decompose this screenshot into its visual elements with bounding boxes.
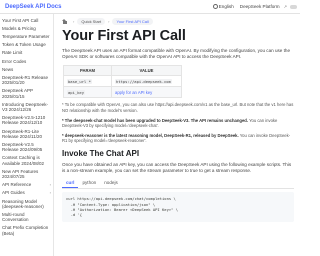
sidebar-item[interactable]: New API Features 2024/07/25 <box>0 167 53 180</box>
table-cell: https://api.deepseek.com <box>111 74 182 88</box>
table-row: api_key apply for an API key <box>63 86 182 99</box>
table-cell: apply for an API key <box>111 86 182 99</box>
sidebar-item-label: API Reference <box>2 182 32 188</box>
apply-api-key-link[interactable]: apply for an API key <box>115 90 152 95</box>
sidebar-item-label: DeepSeek-R1 Release 2025/01/20 <box>2 74 49 86</box>
tab-curl[interactable]: curl <box>62 179 79 189</box>
sidebar-item[interactable]: Rate Limit <box>0 49 53 57</box>
tab-python[interactable]: python <box>78 179 100 189</box>
sidebar-item-label: Context Caching is Available 2024/08/02 <box>2 155 44 166</box>
table-header: PARAM <box>63 65 112 76</box>
breadcrumb-separator: › <box>73 19 75 24</box>
logo[interactable]: DeepSeek API Docs <box>0 3 62 10</box>
sidebar-item-label: Models & Pricing <box>2 25 36 31</box>
table-cell: base_url * <box>63 74 112 88</box>
home-icon[interactable] <box>62 19 67 24</box>
external-link-icon: ↗ <box>283 4 287 9</box>
note-base-url: * To be compatible with OpenAI, you can … <box>62 102 294 113</box>
sidebar-item-label: News <box>2 66 14 72</box>
logo-text: DeepSeek API Docs <box>5 3 62 10</box>
language-label: English <box>218 4 234 9</box>
sidebar-item-label: Temperature Parameter <box>2 33 50 39</box>
code-block[interactable]: curl https://api.deepseek.com/chat/compl… <box>62 192 294 223</box>
breadcrumb: › Quick Start › Your First API Call <box>62 18 153 25</box>
sidebar-item[interactable]: API Reference › <box>0 181 53 189</box>
sidebar-item[interactable]: Chat Prefix Completion (Beta) <box>0 224 53 237</box>
param-table: PARAM VALUE base_url * https://api.deeps… <box>63 65 182 99</box>
sidebar-item[interactable]: API Guides › <box>0 189 53 197</box>
globe-icon <box>212 4 218 9</box>
sidebar-item-label: DeepSeek-V2.5 Release 2024/09/05 <box>2 141 43 153</box>
sidebar-item-label: Introducing DeepSeek-V3 2024/12/26 <box>2 101 49 112</box>
param-value: https://api.deepseek.com <box>115 78 172 84</box>
breadcrumb-separator: › <box>108 19 110 24</box>
theme-toggle[interactable] <box>290 4 297 9</box>
sidebar-item-label: New API Features 2024/07/25 <box>2 168 39 179</box>
sidebar-item[interactable]: Reasoning Model (deepseek-reasoner) <box>0 197 53 210</box>
note-deepseek-chat: * The deepseek-chat model has been upgra… <box>62 118 294 129</box>
sidebar-item[interactable]: DeepSeek-R1 Release 2025/01/20 <box>0 73 53 86</box>
sidebar-item[interactable]: Token & Token Usage <box>0 41 53 49</box>
sidebar-item-label: Chat Prefix Completion (Beta) <box>2 225 49 236</box>
main-content: Your First API Call The DeepSeek API use… <box>62 28 294 223</box>
breadcrumb-item-current: Your First API Call <box>112 18 153 25</box>
code-tabs: curl python nodejs <box>62 179 294 190</box>
section-paragraph: Once you have obtained an API key, you c… <box>62 161 292 173</box>
sidebar-item-label: Rate Limit <box>2 50 23 56</box>
sidebar-item[interactable]: DeepSeek-V2.5-1210 Release 2024/12/10 <box>0 114 53 127</box>
sidebar-item-label: DeepSeek-V2.5-1210 Release 2024/12/10 <box>2 115 46 126</box>
sidebar-item[interactable]: Models & Pricing <box>0 24 53 32</box>
intro-paragraph: The DeepSeek API uses an API format comp… <box>62 48 291 59</box>
sidebar-item-label: Reasoning Model (deepseek-reasoner) <box>2 198 44 209</box>
sidebar-item-label: Multi-round Conversation <box>2 211 29 223</box>
sidebar-item-label: DeepSeek-R1-Lite Release 2024/11/20 <box>2 128 42 139</box>
note-bold: * deepseek-reasoner is the latest reason… <box>62 132 239 138</box>
tab-nodejs[interactable]: nodejs <box>100 179 122 189</box>
sidebar: Your First API Call Models & Pricing Tempe… <box>0 14 54 256</box>
sidebar-item[interactable]: Error Codes <box>0 57 53 65</box>
table-cell: api_key <box>63 86 112 99</box>
sidebar-item-label: DeepSeek APP 2025/01/15 <box>2 88 33 99</box>
sidebar-item-label: Token & Token Usage <box>2 42 46 48</box>
table-header: VALUE <box>111 65 182 76</box>
platform-link[interactable]: DeepSeek Platform <box>240 4 280 9</box>
sidebar-item[interactable]: Context Caching is Available 2024/08/02 <box>0 154 53 167</box>
language-switcher[interactable]: English <box>212 4 234 9</box>
sidebar-item[interactable]: News <box>0 65 53 73</box>
sidebar-item[interactable]: DeepSeek-R1-Lite Release 2024/11/20 <box>0 127 53 140</box>
top-navbar: DeepSeek API Docs English DeepSeek Platf… <box>0 0 300 14</box>
page-title: Your First API Call <box>62 28 186 44</box>
chevron-right-icon: › <box>49 190 51 196</box>
table-row: base_url * https://api.deepseek.com <box>63 74 182 88</box>
param-name: api_key <box>67 89 86 95</box>
sidebar-item-label: API Guides <box>2 190 25 196</box>
note-bold: * The deepseek-chat model has been upgra… <box>62 117 249 123</box>
chevron-right-icon: › <box>49 182 51 188</box>
sidebar-item[interactable]: Your First API Call <box>0 16 53 24</box>
sidebar-item[interactable]: DeepSeek-V2.5 Release 2024/09/05 <box>0 140 53 153</box>
breadcrumb-item-quick-start[interactable]: Quick Start <box>77 18 106 25</box>
sidebar-item-label: Error Codes <box>2 58 27 64</box>
section-title: Invoke The Chat API <box>62 148 140 158</box>
sidebar-item[interactable]: Temperature Parameter <box>0 32 53 40</box>
sidebar-item[interactable]: Multi-round Conversation <box>0 210 53 223</box>
sidebar-item[interactable]: Introducing DeepSeek-V3 2024/12/26 <box>0 100 53 113</box>
param-name: base_url * <box>67 78 92 84</box>
note-deepseek-reasoner: * deepseek-reasoner is the latest reason… <box>62 133 294 144</box>
sidebar-item[interactable]: DeepSeek APP 2025/01/15 <box>0 87 53 100</box>
sidebar-item-label: Your First API Call <box>2 17 39 23</box>
